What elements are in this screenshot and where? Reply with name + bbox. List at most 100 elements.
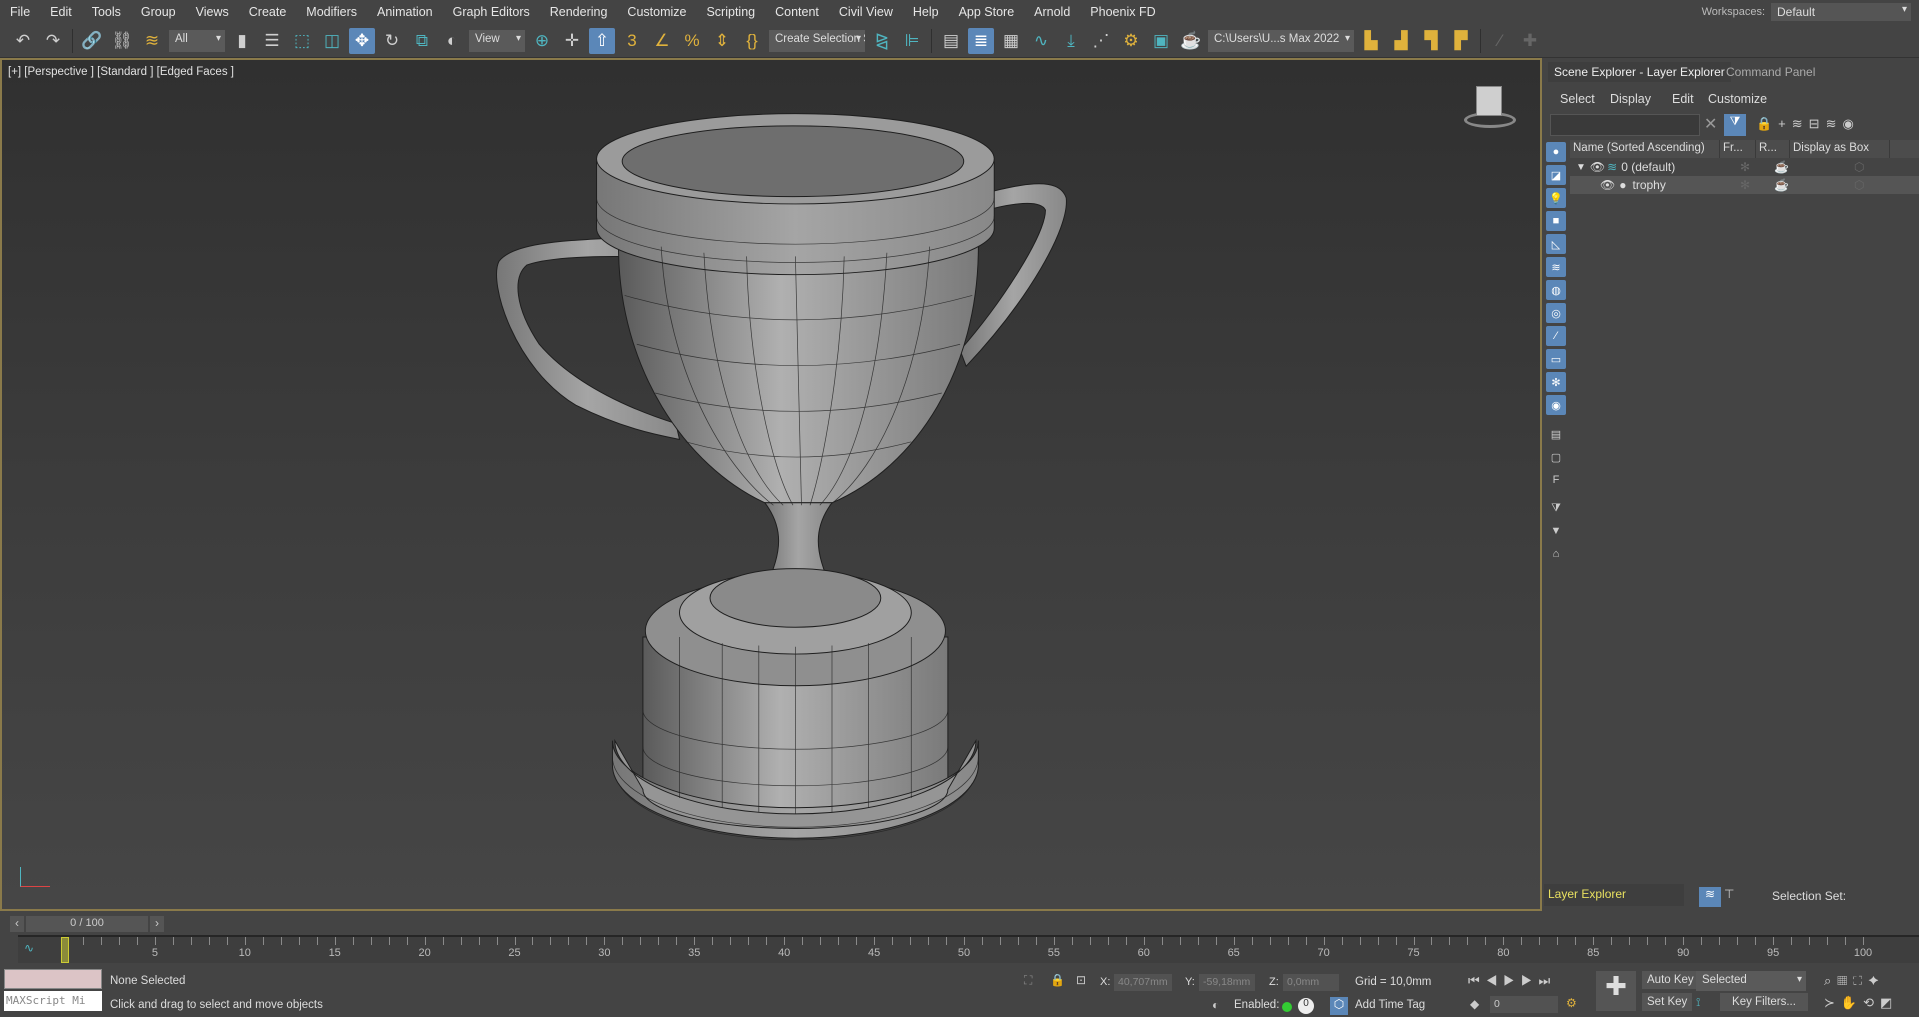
add-time-tag-button[interactable]: Add Time Tag bbox=[1355, 999, 1425, 1011]
menu-file[interactable]: File bbox=[0, 5, 40, 19]
funnel-icon[interactable]: ▼ bbox=[1546, 521, 1566, 541]
trophy-model[interactable] bbox=[2, 60, 1540, 909]
toggle-ribbon-icon[interactable]: ▦ bbox=[998, 28, 1024, 54]
viewcube[interactable] bbox=[1458, 82, 1522, 132]
render-icon[interactable]: ☕ bbox=[1178, 28, 1204, 54]
filter-funnel-icon[interactable]: ⧩ bbox=[1546, 498, 1566, 518]
placement-icon[interactable]: ◐ bbox=[439, 28, 465, 54]
create-project-icon[interactable]: ▟ bbox=[1388, 28, 1414, 54]
explorer-search-input[interactable] bbox=[1550, 114, 1700, 136]
hierarchy-mode-icon[interactable]: ⊤ bbox=[1724, 887, 1734, 901]
panel-menu-customize[interactable]: Customize bbox=[1708, 92, 1767, 106]
layer-row-default[interactable]: ▼ 👁 ≋ 0 (default) ✻ ☕ ⬡ bbox=[1570, 158, 1919, 176]
display-cameras-icon[interactable]: ■ bbox=[1546, 211, 1566, 231]
rect-selection-icon[interactable]: ⬚ bbox=[289, 28, 315, 54]
menu-create[interactable]: Create bbox=[239, 5, 297, 19]
angle-snap-icon[interactable]: ∠ bbox=[649, 28, 675, 54]
enabled-indicator[interactable] bbox=[1282, 1002, 1292, 1012]
freeze-icon[interactable]: ✻ bbox=[1740, 160, 1750, 174]
display-xrefs-icon[interactable]: ◎ bbox=[1546, 303, 1566, 323]
menu-animation[interactable]: Animation bbox=[367, 5, 443, 19]
display-invert-icon[interactable]: F bbox=[1546, 470, 1566, 490]
scene-explorer-icon[interactable]: ▤ bbox=[938, 28, 964, 54]
render-teapot-icon[interactable]: ☕ bbox=[1774, 160, 1789, 174]
time-slider-handle[interactable] bbox=[61, 937, 69, 963]
maxscript-input[interactable]: MAXScript Mi bbox=[4, 991, 102, 1011]
playback-controls[interactable]: ⏮◀▶▶⏭ bbox=[1468, 973, 1556, 989]
perspective-viewport[interactable]: [+] [Perspective ] [Standard ] [Edged Fa… bbox=[0, 58, 1542, 911]
select-by-name-icon[interactable]: ☰ bbox=[259, 28, 285, 54]
workspaces-dropdown[interactable]: Default bbox=[1771, 3, 1911, 21]
lock-selection-icon[interactable]: 🔒 bbox=[1050, 973, 1065, 987]
key-mode-dropdown[interactable]: Selected bbox=[1696, 971, 1806, 991]
open-project-icon[interactable]: ▙ bbox=[1358, 28, 1384, 54]
select-scale-icon[interactable]: ⧉ bbox=[409, 28, 435, 54]
select-move-icon[interactable]: ✥ bbox=[349, 27, 375, 54]
current-frame-field[interactable]: 0 bbox=[1490, 996, 1558, 1013]
rendered-frame-icon[interactable]: ▣ bbox=[1148, 28, 1174, 54]
explorer-type-dropdown[interactable]: Layer Explorer bbox=[1544, 884, 1684, 906]
curve-editor-icon[interactable]: ∿ bbox=[1028, 28, 1054, 54]
pivot-center-icon[interactable]: ⊕ bbox=[529, 28, 555, 54]
display-helpers-icon[interactable]: ◺ bbox=[1546, 234, 1566, 254]
next-frame-button[interactable]: › bbox=[150, 916, 164, 932]
display-frozen-icon[interactable]: ◉ bbox=[1546, 395, 1566, 415]
display-containers-icon[interactable]: ▭ bbox=[1546, 349, 1566, 369]
layer-mode-icon[interactable]: ≋ bbox=[1699, 887, 1721, 907]
menu-edit[interactable]: Edit bbox=[40, 5, 82, 19]
panel-menu-display[interactable]: Display bbox=[1610, 92, 1651, 106]
menu-tools[interactable]: Tools bbox=[82, 5, 131, 19]
brush-icon[interactable]: ⁄ bbox=[1487, 28, 1513, 54]
ref-coord-dropdown[interactable]: View bbox=[469, 29, 525, 52]
timeline-track[interactable]: ∿ 05101520253035404550556065707580859095… bbox=[18, 935, 1919, 963]
key-mode-icon[interactable]: ◆ bbox=[1470, 997, 1479, 1011]
menu-help[interactable]: Help bbox=[903, 5, 949, 19]
menu-views[interactable]: Views bbox=[186, 5, 239, 19]
key-tangent-icon[interactable]: ⟟ bbox=[1696, 995, 1700, 1010]
col-display-box[interactable]: Display as Box bbox=[1790, 140, 1890, 158]
display-groups-icon[interactable]: ◍ bbox=[1546, 280, 1566, 300]
menu-arnold[interactable]: Arnold bbox=[1024, 5, 1080, 19]
adaptive-degradation-icon[interactable]: ◐ bbox=[1212, 998, 1219, 1012]
mirror-icon[interactable]: ⧎ bbox=[869, 28, 895, 54]
redo-icon[interactable]: ↷ bbox=[40, 28, 66, 54]
display-lights-icon[interactable]: 💡 bbox=[1546, 188, 1566, 208]
menu-scripting[interactable]: Scripting bbox=[696, 5, 765, 19]
align-icon[interactable]: ⊫ bbox=[899, 28, 925, 54]
dope-sheet-icon[interactable]: ⤓ bbox=[1058, 28, 1084, 54]
menu-customize[interactable]: Customize bbox=[617, 5, 696, 19]
set-key-button[interactable]: Set Key bbox=[1642, 993, 1693, 1011]
keyboard-shortcut-icon[interactable]: ⇧ bbox=[589, 27, 615, 54]
box-icon[interactable]: ⬡ bbox=[1854, 178, 1864, 192]
display-bones-icon[interactable]: ⁄ bbox=[1546, 326, 1566, 346]
time-config-icon[interactable]: ⚙ bbox=[1566, 996, 1577, 1010]
menu-content[interactable]: Content bbox=[765, 5, 829, 19]
menu-app-store[interactable]: App Store bbox=[949, 5, 1025, 19]
freeze-icon[interactable]: ✻ bbox=[1740, 178, 1750, 192]
render-setup-icon[interactable]: ⚙ bbox=[1118, 28, 1144, 54]
spinner-snap-icon[interactable]: ⇕ bbox=[709, 28, 735, 54]
project-folder-icon[interactable]: ▛ bbox=[1448, 28, 1474, 54]
selection-icon[interactable]: ⌂ bbox=[1546, 544, 1566, 564]
named-selection-dropdown[interactable]: Create Selection Se bbox=[769, 29, 865, 52]
z-coordinate-field[interactable]: 0,0mm bbox=[1283, 974, 1339, 991]
display-spacewarps-icon[interactable]: ≋ bbox=[1546, 257, 1566, 277]
object-name[interactable]: trophy bbox=[1632, 178, 1665, 192]
isolate-icon[interactable]: ⛶ bbox=[1024, 973, 1032, 988]
menu-modifiers[interactable]: Modifiers bbox=[296, 5, 367, 19]
time-tag-icon[interactable]: ⬡ bbox=[1330, 997, 1348, 1015]
edit-named-sets-icon[interactable]: {} bbox=[739, 28, 765, 54]
panel-menu-edit[interactable]: Edit bbox=[1672, 92, 1694, 106]
add-icon[interactable]: ✚ bbox=[1517, 28, 1543, 54]
bind-space-warp-icon[interactable]: ≋ bbox=[139, 28, 165, 54]
time-slider[interactable]: 0 / 100 bbox=[26, 916, 148, 932]
set-key-big-icon[interactable]: ✚ bbox=[1596, 971, 1636, 1011]
zero-badge[interactable]: 0 bbox=[1298, 998, 1314, 1014]
object-row-trophy[interactable]: 👁 ● trophy ✻ ☕ ⬡ bbox=[1570, 176, 1919, 194]
window-crossing-icon[interactable]: ◫ bbox=[319, 28, 345, 54]
display-all-icon[interactable]: ▤ bbox=[1546, 424, 1566, 444]
col-render[interactable]: R... bbox=[1756, 140, 1790, 158]
box-icon[interactable]: ⬡ bbox=[1854, 160, 1864, 174]
link-icon[interactable]: 🔗 bbox=[79, 28, 105, 54]
display-none-icon[interactable]: ▢ bbox=[1546, 447, 1566, 467]
